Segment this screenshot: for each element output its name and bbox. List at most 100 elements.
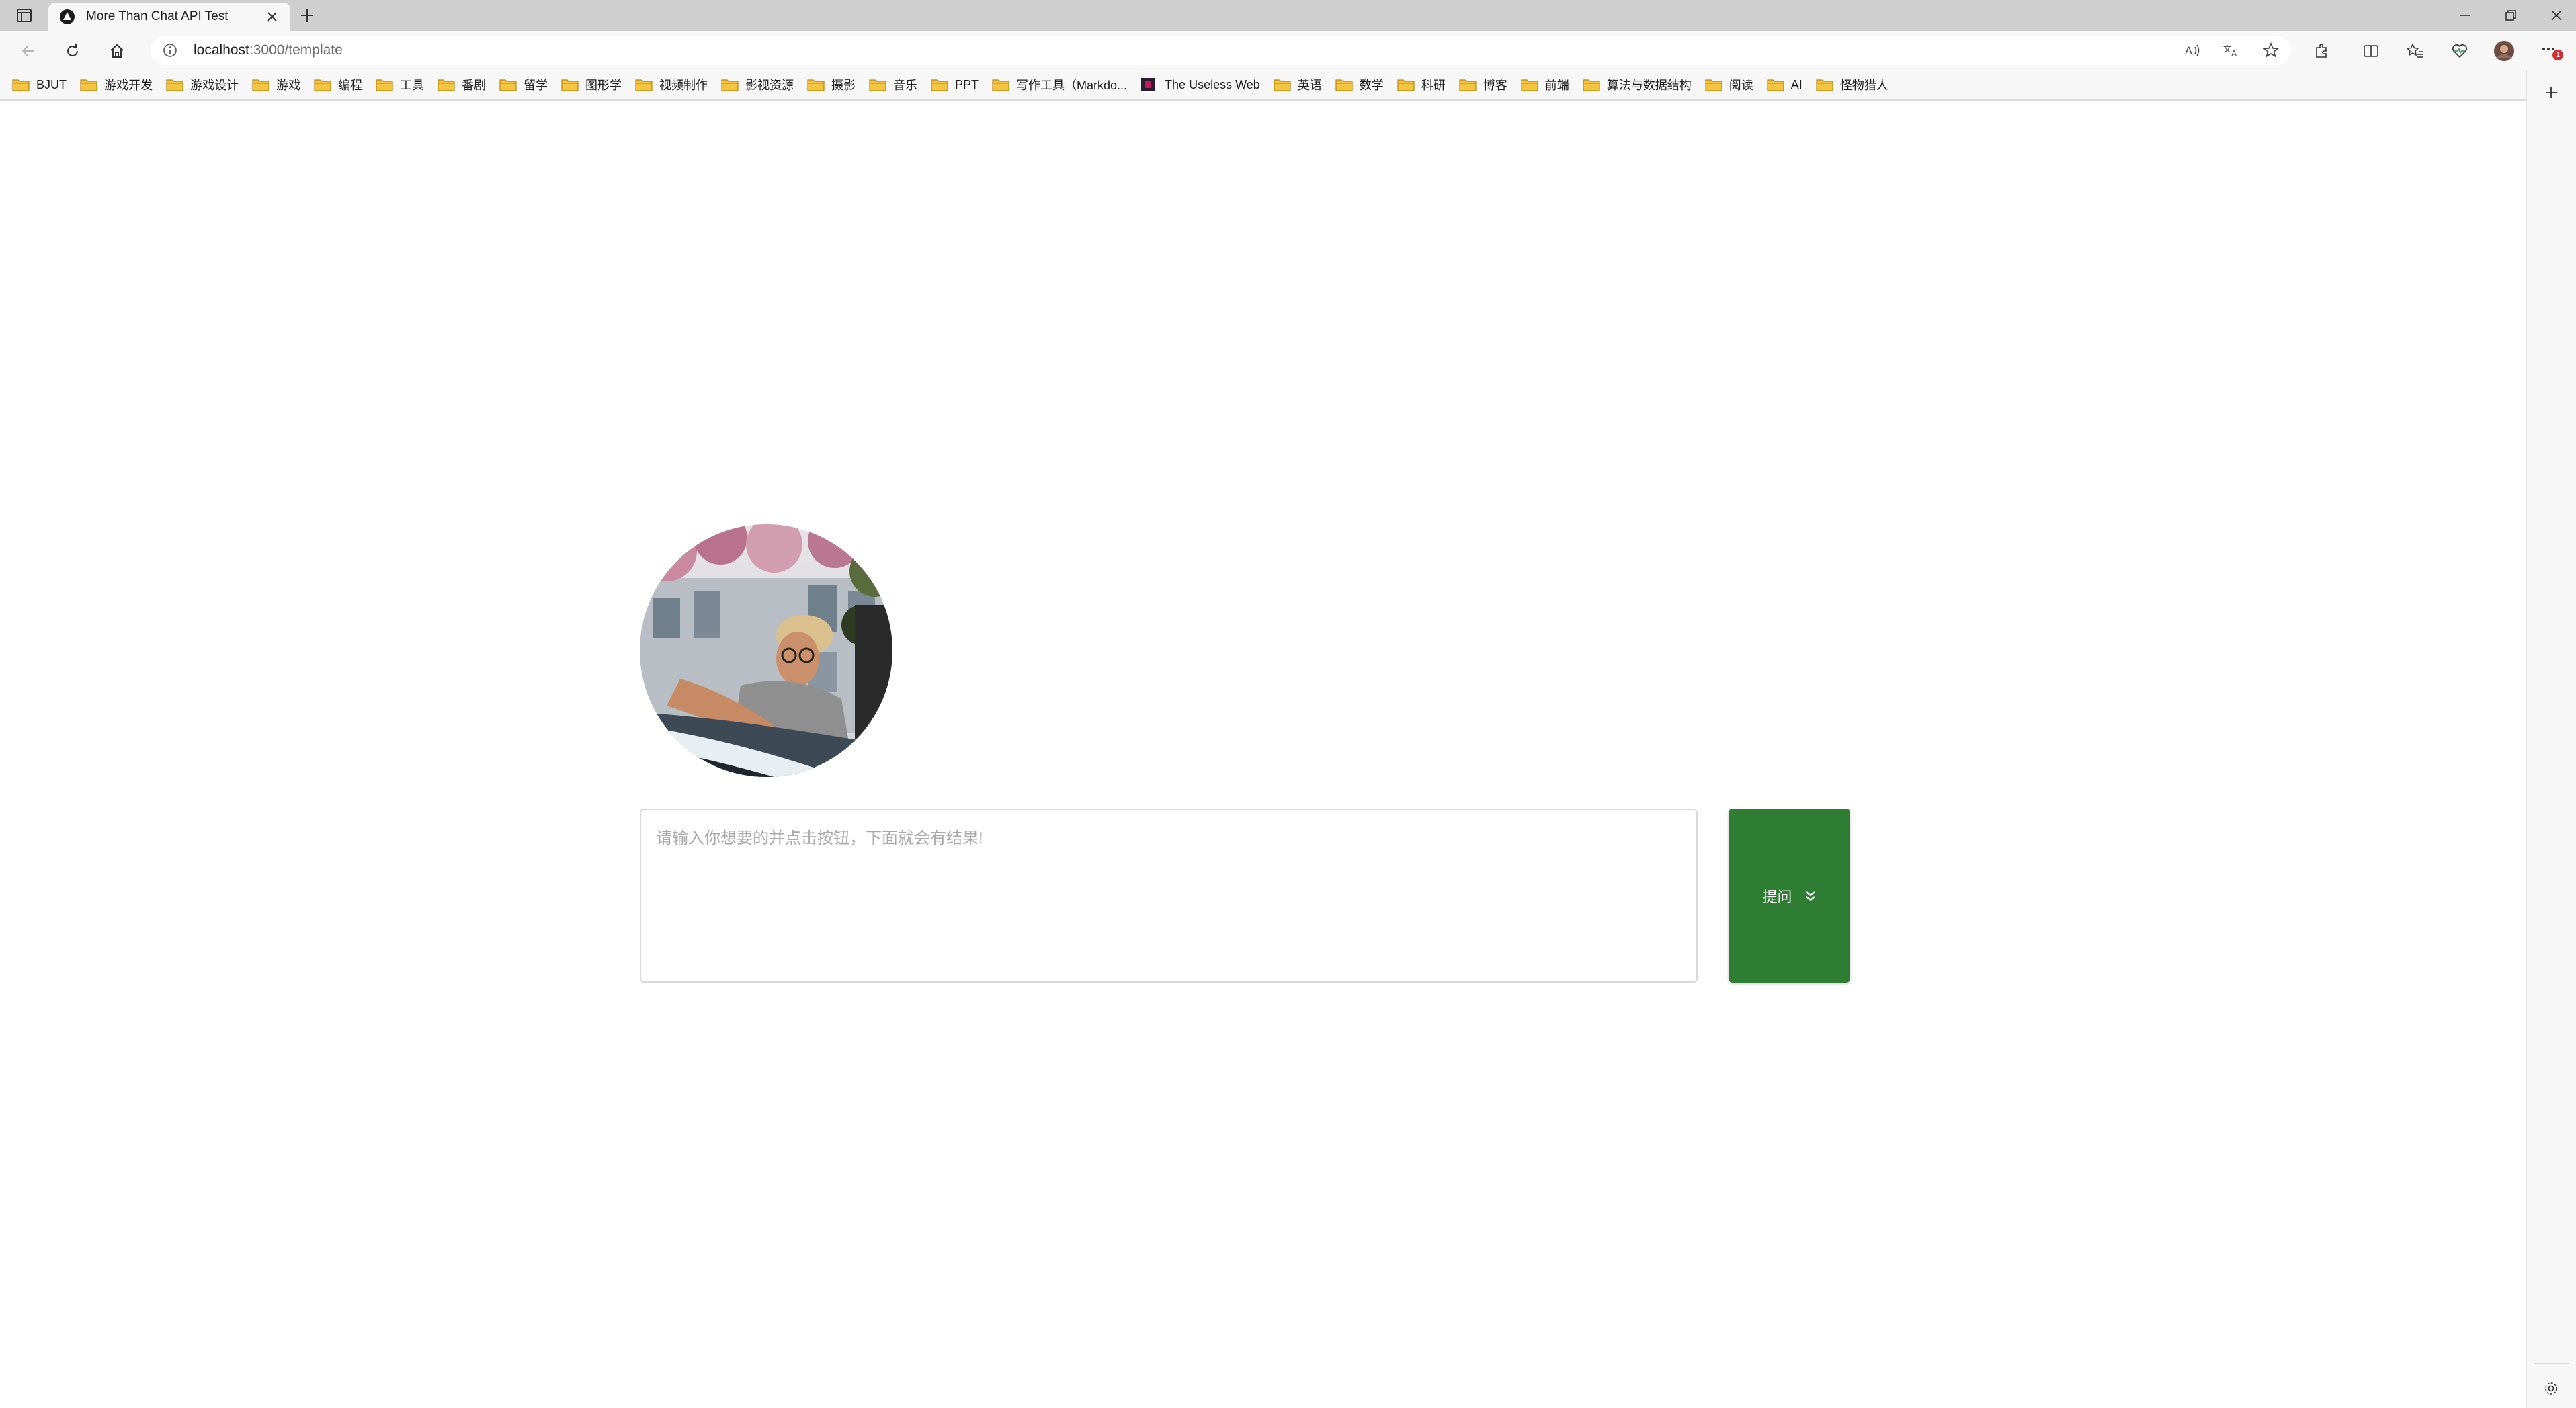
ask-button-label: 提问 <box>1762 888 1792 905</box>
favorite-label: 摄影 <box>831 79 856 92</box>
favorite-label: 工具 <box>400 79 424 92</box>
tab-actions-button[interactable] <box>9 5 39 26</box>
favorite-item[interactable]: 工具 <box>376 76 424 93</box>
split-screen-button[interactable] <box>2359 39 2383 63</box>
folder-icon <box>869 77 888 92</box>
favorite-label: 写作工具（Markdo... <box>1016 79 1128 92</box>
favorite-label: 游戏设计 <box>190 79 239 92</box>
home-button[interactable] <box>103 38 130 65</box>
favorite-item[interactable]: 游戏设计 <box>166 76 239 93</box>
favorite-item[interactable]: BJUT <box>12 77 67 92</box>
favorite-item[interactable]: 游戏开发 <box>80 76 153 93</box>
close-icon <box>2551 10 2562 21</box>
folder-icon <box>561 77 580 92</box>
question-input[interactable] <box>640 809 1698 983</box>
folder-icon <box>992 77 1011 92</box>
new-tab-button[interactable] <box>296 4 319 27</box>
favorite-label: The Useless Web <box>1165 77 1260 91</box>
folder-icon <box>1274 77 1292 92</box>
favorite-item[interactable]: 摄影 <box>807 76 856 93</box>
favorite-label: 怪物猎人 <box>1839 79 1888 92</box>
favorites-button[interactable] <box>2403 39 2427 63</box>
folder-icon <box>931 77 950 92</box>
folder-icon <box>1583 77 1602 92</box>
read-aloud-button[interactable]: A <box>2183 40 2203 60</box>
restore-button[interactable] <box>2496 4 2526 27</box>
tab-actions-icon <box>17 9 32 22</box>
svg-text:A: A <box>2231 49 2237 58</box>
settings-and-more-button[interactable]: 1 <box>2539 39 2563 63</box>
favorite-label: 英语 <box>1297 79 1322 92</box>
folder-icon <box>1459 77 1478 92</box>
minimize-icon <box>2460 15 2470 16</box>
favorite-item[interactable]: 视频制作 <box>635 76 708 93</box>
tab-strip: More Than Chat API Test <box>0 0 2576 31</box>
folder-icon <box>1816 77 1835 92</box>
tab-title: More Than Chat API Test <box>86 9 228 24</box>
ask-button[interactable]: 提问 <box>1729 809 1850 983</box>
profile-button[interactable] <box>2492 39 2516 63</box>
favorite-item[interactable]: 算法与数据结构 <box>1583 76 1692 93</box>
active-tab[interactable]: More Than Chat API Test <box>48 3 290 31</box>
favorite-item[interactable]: 番剧 <box>438 76 486 93</box>
favorite-item[interactable]: 音乐 <box>869 76 917 93</box>
folder-icon <box>12 77 31 92</box>
site-info-button[interactable] <box>160 40 180 60</box>
favorite-item[interactable]: 怪物猎人 <box>1816 76 1888 93</box>
favorite-item[interactable]: 科研 <box>1397 76 1446 93</box>
favorite-item[interactable]: 图形学 <box>561 76 622 93</box>
favorite-button[interactable] <box>2261 40 2281 60</box>
browser-essentials-button[interactable] <box>2448 39 2472 63</box>
favorite-item[interactable]: 编程 <box>314 76 362 93</box>
favorite-label: 留学 <box>524 79 548 92</box>
favorite-item[interactable]: 写作工具（Markdo... <box>992 76 1127 93</box>
window-close-button[interactable] <box>2542 4 2571 27</box>
avatar-photo <box>640 524 892 777</box>
favorite-item[interactable]: AI <box>1767 77 1802 92</box>
favorite-label: 前端 <box>1544 79 1569 92</box>
favorite-item[interactable]: PPT <box>931 77 979 92</box>
folder-icon <box>166 77 185 92</box>
favorite-label: 番剧 <box>462 79 486 92</box>
address-bar[interactable]: localhost:3000/template A 文 A <box>151 36 2292 65</box>
minimize-button[interactable] <box>2450 4 2480 27</box>
plus-icon <box>301 9 313 22</box>
favorite-item[interactable]: 前端 <box>1521 76 1569 93</box>
favorite-item[interactable]: 数学 <box>1335 76 1384 93</box>
favorite-item[interactable]: The Useless Web <box>1140 77 1260 92</box>
favorite-item[interactable]: 英语 <box>1274 76 1322 93</box>
edge-sidebar <box>2526 70 2576 1408</box>
folder-icon <box>1397 77 1416 92</box>
favorite-item[interactable]: 阅读 <box>1705 76 1753 93</box>
url-text[interactable]: localhost:3000/template <box>194 42 343 58</box>
translate-button[interactable]: 文 A <box>2222 40 2242 60</box>
folder-icon <box>1705 77 1724 92</box>
info-icon <box>163 44 177 57</box>
back-button[interactable] <box>15 38 42 65</box>
site-icon <box>1140 77 1159 92</box>
restore-icon <box>2505 10 2516 21</box>
favorite-item[interactable]: 博客 <box>1459 76 1507 93</box>
extensions-button[interactable] <box>2309 39 2333 63</box>
favorite-label: 阅读 <box>1729 79 1753 92</box>
arrow-left-icon <box>22 46 34 56</box>
star-icon <box>2263 42 2279 58</box>
sidebar-settings-button[interactable] <box>2539 1376 2563 1401</box>
favorite-label: 算法与数据结构 <box>1606 79 1692 92</box>
close-icon <box>267 12 277 22</box>
reload-button[interactable] <box>59 38 86 65</box>
browser-toolbar: localhost:3000/template A 文 A 1 <box>0 31 2576 70</box>
favorite-label: BJUT <box>36 77 67 91</box>
folder-icon <box>1335 77 1354 92</box>
folder-icon <box>807 77 826 92</box>
favorites-bar: BJUT 游戏开发 游戏设计 游戏 编程 工具 番剧 留学 图形学 视频制作 影视资源 摄影 音乐 PPT… <box>0 70 2526 101</box>
sidebar-add-button[interactable] <box>2539 81 2563 105</box>
folder-icon <box>635 77 654 92</box>
favorite-item[interactable]: 游戏 <box>252 76 300 93</box>
folder-icon <box>1521 77 1540 92</box>
folder-icon <box>499 77 518 92</box>
favorite-item[interactable]: 留学 <box>499 76 548 93</box>
tab-close-button[interactable] <box>262 7 282 27</box>
favorite-item[interactable]: 影视资源 <box>721 76 794 93</box>
puzzle-icon <box>2316 44 2327 58</box>
